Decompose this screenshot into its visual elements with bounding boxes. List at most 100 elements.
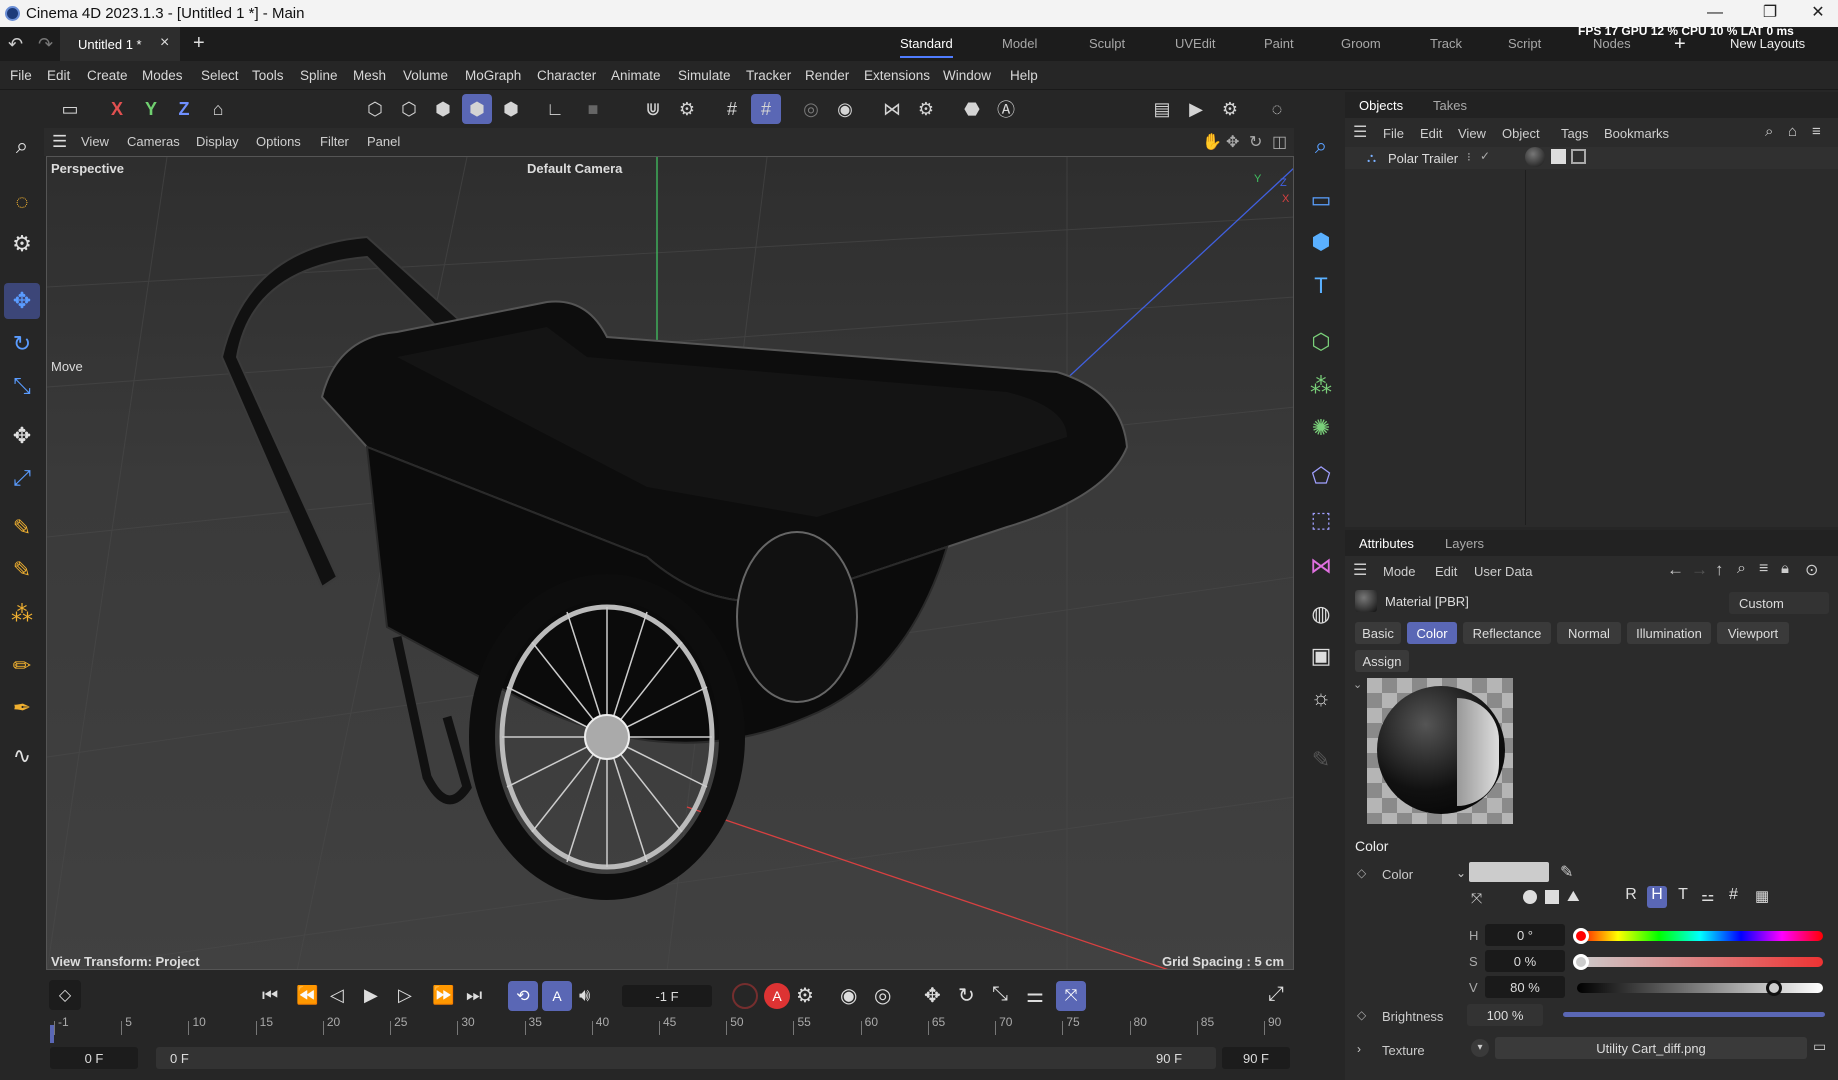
- spectrum-mode-icon[interactable]: [1545, 890, 1559, 904]
- channel-tab-viewport[interactable]: Viewport: [1717, 622, 1789, 644]
- timeline-graph-icon[interactable]: ⤢: [1268, 983, 1284, 1006]
- objects-filter-icon[interactable]: ≡: [1812, 123, 1821, 140]
- mograph-cloner-icon[interactable]: ⁂: [1303, 368, 1339, 404]
- viewport-menu-display[interactable]: Display: [196, 134, 239, 149]
- coordinate-system-icon[interactable]: ⌂: [203, 94, 233, 124]
- object-row[interactable]: ⛬ Polar Trailer ⁝ ✓: [1345, 147, 1838, 169]
- layout-tab-groom[interactable]: Groom: [1341, 36, 1381, 51]
- settings-icon[interactable]: ⊙: [1805, 560, 1818, 580]
- render-view-icon[interactable]: ▶: [1181, 94, 1211, 124]
- objects-menu-object[interactable]: Object: [1502, 126, 1540, 141]
- menu-spline[interactable]: Spline: [300, 68, 338, 83]
- scale-points-icon[interactable]: ⤢: [4, 460, 40, 496]
- menu-select[interactable]: Select: [201, 68, 239, 83]
- undo-icon[interactable]: ↶: [8, 34, 23, 55]
- mixing-mode-icon[interactable]: ⚍: [1701, 887, 1714, 905]
- polygons-mode-icon[interactable]: ⬢: [428, 94, 458, 124]
- knife-tool-icon[interactable]: ✎: [4, 510, 40, 546]
- value-slider[interactable]: [1577, 980, 1823, 996]
- move-view-icon[interactable]: ✥: [1226, 132, 1239, 152]
- playback-rate-icon[interactable]: A: [542, 981, 572, 1011]
- hamburger-menu-icon[interactable]: ☰: [52, 132, 67, 152]
- image-mode-icon[interactable]: ⛰: [1567, 888, 1580, 905]
- object-name[interactable]: Polar Trailer: [1388, 151, 1458, 166]
- menu-mograph[interactable]: MoGraph: [465, 68, 521, 83]
- layout-tab-script[interactable]: Script: [1508, 36, 1541, 51]
- saturation-field[interactable]: 0 %: [1485, 950, 1565, 972]
- menu-edit[interactable]: Edit: [47, 68, 70, 83]
- attributes-search-icon[interactable]: ⌕: [1737, 560, 1746, 578]
- lock-icon[interactable]: 🔒︎: [1781, 560, 1789, 577]
- hue-slider-handle[interactable]: [1573, 928, 1589, 944]
- cloner-tool-icon[interactable]: ⁂: [4, 596, 40, 632]
- tab-layers[interactable]: Layers: [1445, 536, 1484, 551]
- channel-tab-reflectance[interactable]: Reflectance: [1463, 622, 1551, 644]
- key-pla-icon[interactable]: ⤧: [1056, 981, 1086, 1011]
- symmetry-settings-icon[interactable]: ⚙: [911, 94, 941, 124]
- cart-model[interactable]: [220, 235, 1129, 900]
- playhead[interactable]: [50, 1025, 54, 1043]
- key-rotation-icon[interactable]: ↻: [958, 983, 975, 1008]
- close-tab-icon[interactable]: ×: [160, 34, 169, 52]
- redshift-icon[interactable]: ◌: [1262, 94, 1292, 124]
- texture-file-field[interactable]: Utility Cart_diff.png: [1495, 1037, 1807, 1059]
- viewport-menu-filter[interactable]: Filter: [320, 134, 349, 149]
- objects-menu-bookmarks[interactable]: Bookmarks: [1604, 126, 1669, 141]
- camera-object-icon[interactable]: ⌕: [1303, 128, 1339, 164]
- objects-menu-tags[interactable]: Tags: [1561, 126, 1588, 141]
- keyframe-icon[interactable]: ◇: [49, 980, 81, 1010]
- key-settings-icon[interactable]: ⚙: [796, 983, 814, 1008]
- grid-icon[interactable]: #: [717, 94, 747, 124]
- motion-recorder-icon[interactable]: ◉: [840, 983, 857, 1008]
- menu-character[interactable]: Character: [537, 68, 596, 83]
- forward-arrow-icon[interactable]: →: [1691, 560, 1708, 580]
- value-field[interactable]: 80 %: [1485, 976, 1565, 998]
- go-to-start-icon[interactable]: ⏮: [262, 985, 278, 1006]
- hue-field[interactable]: 0 °: [1485, 924, 1565, 946]
- hue-slider[interactable]: [1573, 928, 1823, 944]
- attributes-filter-icon[interactable]: ≡: [1759, 560, 1768, 578]
- add-tab-icon[interactable]: +: [193, 32, 205, 55]
- uv-mode-icon[interactable]: ⬢: [496, 94, 526, 124]
- selection-settings-icon[interactable]: ⚙: [4, 226, 40, 262]
- edges-mode-icon[interactable]: ⬡: [394, 94, 424, 124]
- back-arrow-icon[interactable]: ←: [1667, 560, 1684, 580]
- key-parameter-icon[interactable]: ⚌: [1026, 983, 1044, 1008]
- solo-icon[interactable]: ■: [578, 94, 608, 124]
- end-frame-field[interactable]: 90 F: [1222, 1047, 1290, 1069]
- add-layout-icon[interactable]: +: [1674, 33, 1686, 56]
- menu-simulate[interactable]: Simulate: [678, 68, 731, 83]
- enable-check-icon[interactable]: ✓: [1480, 149, 1490, 163]
- texture-tag-icon[interactable]: [1551, 149, 1566, 164]
- swatches-icon[interactable]: ▦: [1755, 887, 1769, 905]
- menu-window[interactable]: Window: [943, 68, 991, 83]
- pen-tool-icon[interactable]: ✒: [4, 690, 40, 726]
- brightness-slider[interactable]: [1563, 1012, 1825, 1017]
- menu-tools[interactable]: Tools: [252, 68, 284, 83]
- tab-objects[interactable]: Objects: [1359, 98, 1403, 113]
- search-icon[interactable]: ⌕: [4, 128, 40, 164]
- menu-extensions[interactable]: Extensions: [864, 68, 930, 83]
- key-position-icon[interactable]: ✥: [924, 983, 941, 1008]
- assign-button[interactable]: Assign: [1355, 650, 1409, 672]
- menu-modes[interactable]: Modes: [142, 68, 183, 83]
- redo-icon[interactable]: ↷: [38, 34, 53, 55]
- saturation-slider-handle[interactable]: [1573, 954, 1589, 970]
- rotate-tool-icon[interactable]: ↻: [4, 326, 40, 362]
- mixer-icon[interactable]: ⤧: [1471, 890, 1482, 907]
- menu-volume[interactable]: Volume: [403, 68, 448, 83]
- attributes-menu-edit[interactable]: Edit: [1435, 564, 1457, 579]
- z-axis-lock-button[interactable]: Z: [169, 94, 199, 124]
- character-icon[interactable]: ⋈: [1303, 548, 1339, 584]
- spline-tool-icon[interactable]: ∿: [4, 738, 40, 774]
- viewport-menu-view[interactable]: View: [81, 134, 109, 149]
- pen-disabled-icon[interactable]: ✎: [1303, 742, 1339, 778]
- objects-home-icon[interactable]: ⌂: [1788, 123, 1797, 140]
- layout-tab-uvedit[interactable]: UVEdit: [1175, 36, 1215, 51]
- next-key-icon[interactable]: ⏩: [432, 985, 454, 1006]
- stage-camera-icon[interactable]: ▣: [1303, 638, 1339, 674]
- undo-history-icon[interactable]: ▭: [55, 94, 85, 124]
- spline-object-icon[interactable]: ▭: [1303, 182, 1339, 218]
- render-settings-icon[interactable]: ⚙: [1215, 94, 1245, 124]
- saturation-slider[interactable]: [1573, 954, 1823, 970]
